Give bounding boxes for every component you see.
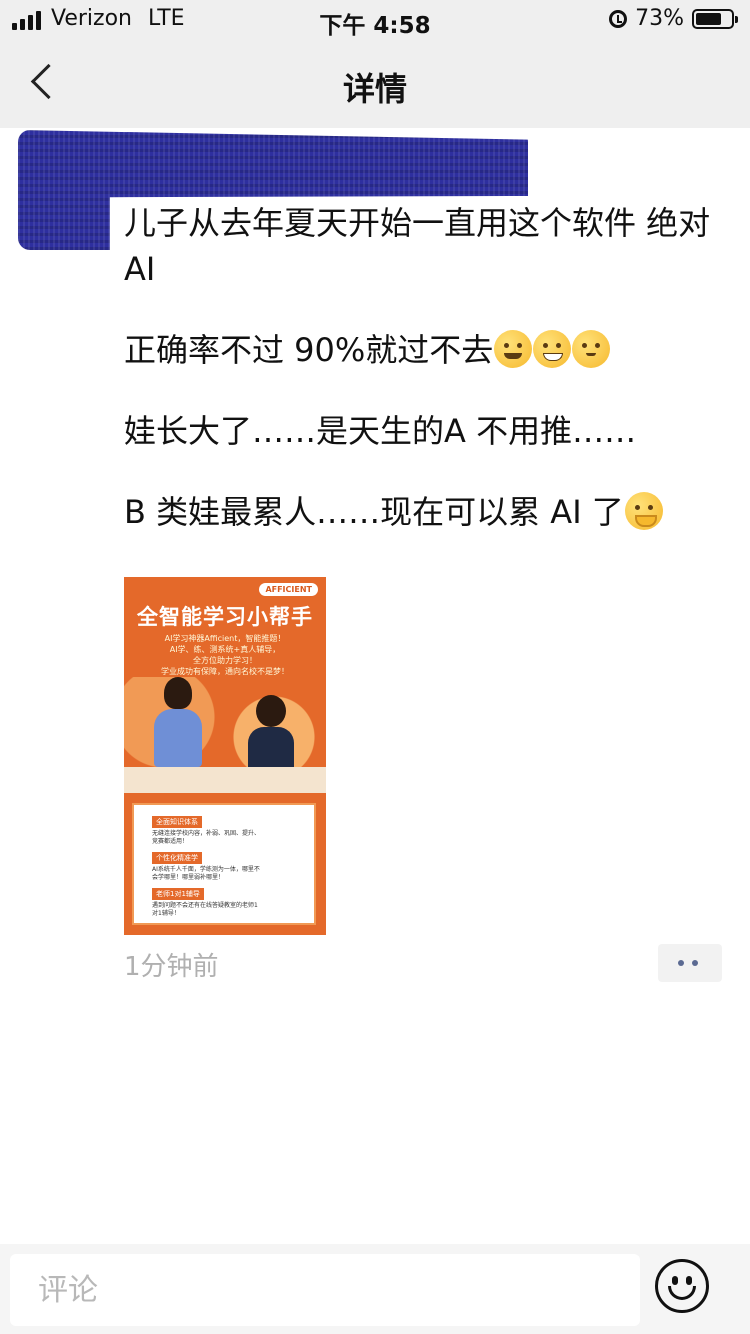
battery-percent: 73% <box>635 6 684 31</box>
feature-tag: 个性化精准学 <box>152 852 202 864</box>
comment-input[interactable] <box>10 1254 640 1326</box>
poster-line: 学业成功有保障，通向名校不是梦！ <box>161 667 289 676</box>
more-dots-icon <box>678 960 684 966</box>
post-image[interactable]: AFFICIENT 全智能学习小帮手 AI学习神器Afficient，智能推题！… <box>124 577 326 935</box>
post-text-line: B 类娃最累人……现在可以累 AI 了 <box>124 493 624 531</box>
post-paragraph: 儿子从去年夏天开始一直用这个软件 绝对AI <box>124 200 734 292</box>
emoji-button[interactable] <box>655 1259 715 1319</box>
smiley-icon <box>655 1259 709 1313</box>
poster-feature: 个性化精准学 AI系统千人千面，学练测为一体，哪里不会学哪里！哪里弱补哪里！ <box>152 845 262 882</box>
post-paragraph: 正确率不过 90%就过不去 <box>124 327 734 373</box>
poster-line: AI学习神器Afficient，智能推题！ <box>164 634 286 643</box>
feature-tag: 老师1对1辅导 <box>152 888 204 900</box>
poster-slogan: AI学习神器Afficient，智能推题！ AI学、练、测系统+真人辅导， 全方… <box>140 633 310 677</box>
post-text-line: 儿子从去年夏天开始一直用这个软件 绝对AI <box>124 204 711 288</box>
zipper-mouth-emoji-icon <box>494 330 533 368</box>
poster-line: AI学、练、测系统+真人辅导， <box>169 645 281 654</box>
page-title: 详情 <box>342 70 407 108</box>
more-options-button[interactable] <box>658 944 722 982</box>
poster-brand-logo: AFFICIENT <box>259 583 318 596</box>
nav-bar: 详情 <box>0 40 750 128</box>
post-content: 儿子从去年夏天开始一直用这个软件 绝对AI 正确率不过 90%就过不去 娃长大了… <box>124 200 734 570</box>
status-right: 73% <box>609 6 738 31</box>
post-text-line: 娃长大了……是天生的A 不用推…… <box>124 412 637 450</box>
battery-icon <box>692 8 738 29</box>
alarm-icon <box>609 9 628 28</box>
poster-feature: 老师1对1辅导 遇到问题不会还有在线答疑教室的老师1对1辅导！ <box>152 881 262 918</box>
feature-text: 遇到问题不会还有在线答疑教室的老师1对1辅导！ <box>152 902 258 917</box>
poster-title: 全智能学习小帮手 <box>137 605 313 629</box>
post-paragraph: 娃长大了……是天生的A 不用推…… <box>124 408 734 454</box>
post-timestamp: 1分钟前 <box>124 952 219 982</box>
feature-text: 无缝连接学校内容，补弱、巩固、提升、竞赛都适用！ <box>152 830 261 845</box>
desk <box>124 767 326 793</box>
feature-text: AI系统千人千面，学练测为一体，哪里不会学哪里！哪里弱补哪里！ <box>152 866 260 881</box>
hand-over-mouth-emoji-icon <box>624 492 663 530</box>
grimacing-emoji-icon <box>533 330 572 368</box>
comment-bar <box>0 1244 750 1334</box>
status-bar: Verizon LTE 下午 4:58 73% <box>0 0 750 40</box>
poster-line: 全方位助力学习！ <box>193 656 257 665</box>
battery-fill <box>696 12 721 25</box>
poster-feature-panel: 全面知识体系 无缝连接学校内容，补弱、巩固、提升、竞赛都适用！ 个性化精准学 A… <box>132 803 316 925</box>
post-paragraph: B 类娃最累人……现在可以累 AI 了 <box>124 489 734 535</box>
feature-tag: 全面知识体系 <box>152 816 202 828</box>
blushing-emoji-icon <box>572 330 611 368</box>
poster-feature: 全面知识体系 无缝连接学校内容，补弱、巩固、提升、竞赛都适用！ <box>152 809 262 846</box>
post-text-line: 正确率不过 90%就过不去 <box>124 331 494 369</box>
teacher-figure <box>148 677 208 767</box>
poster-illustration <box>124 677 326 793</box>
